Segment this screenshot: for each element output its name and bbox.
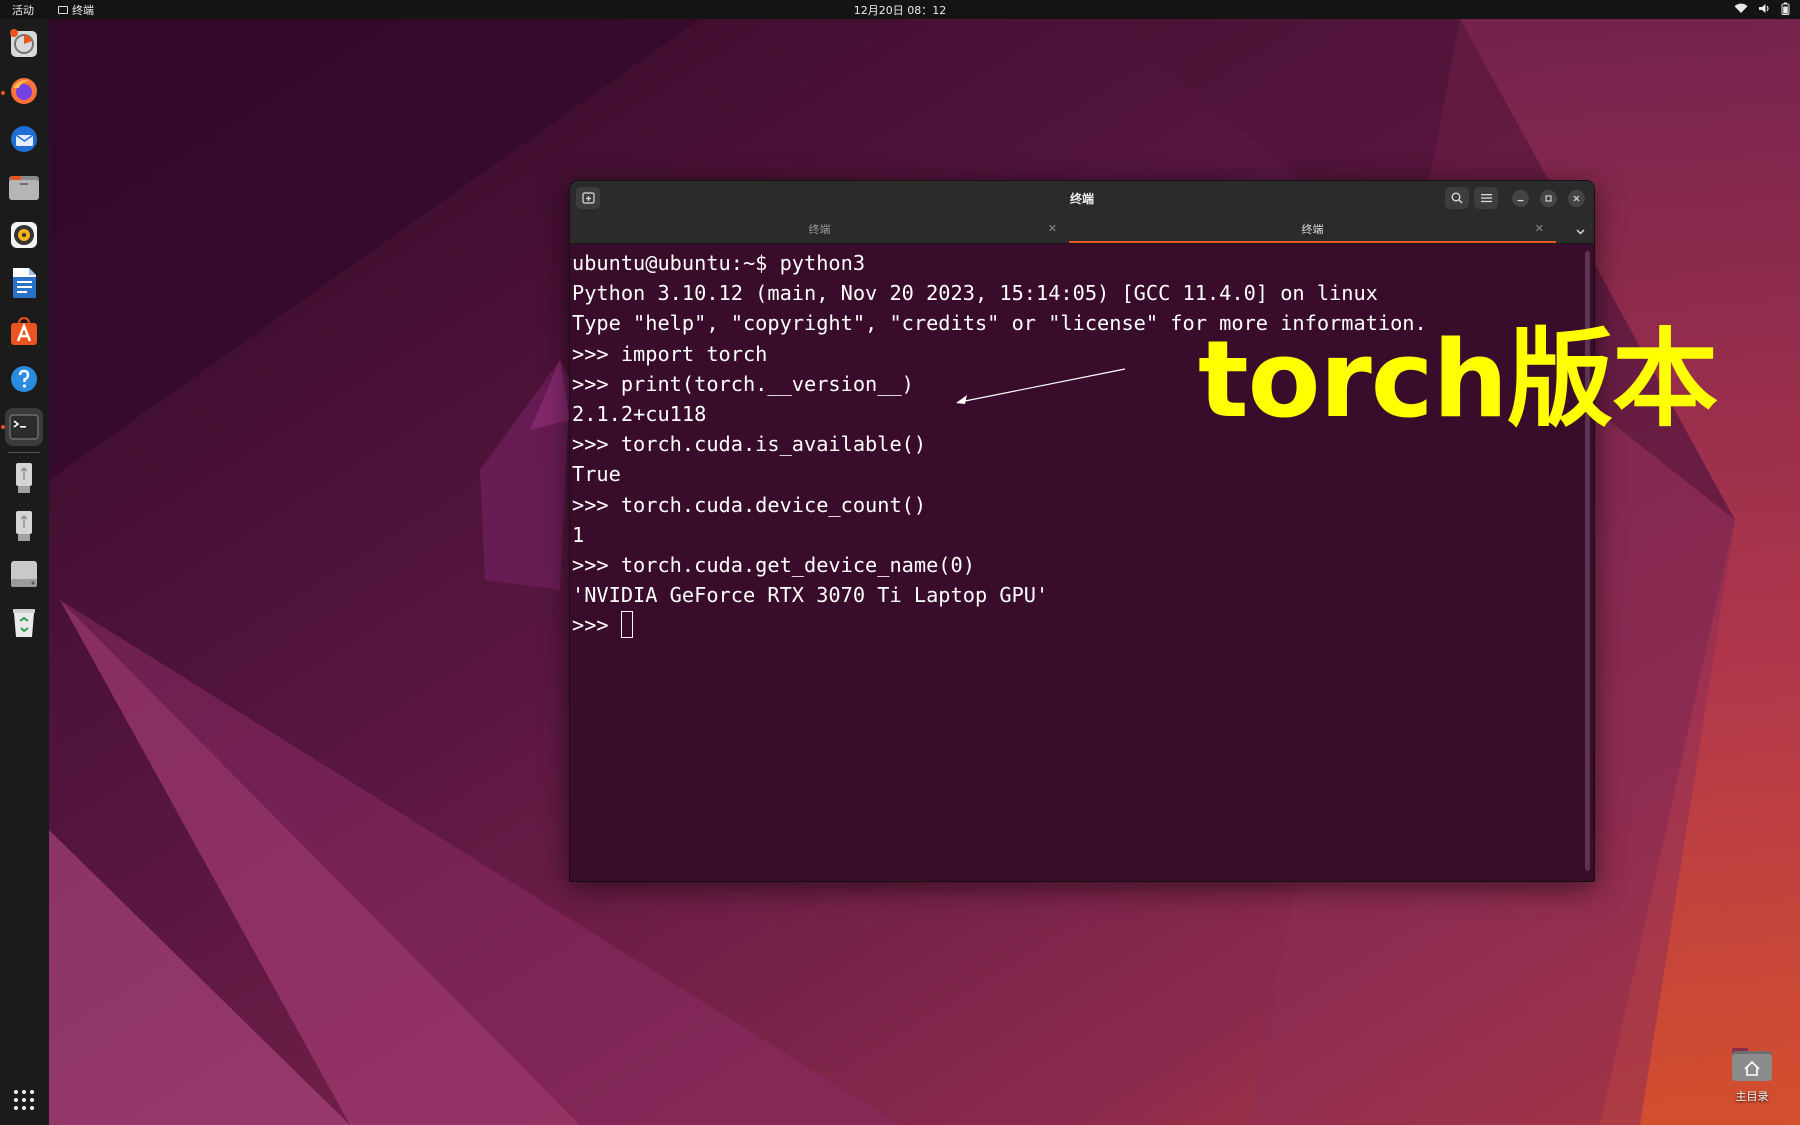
active-tab-indicator: [1069, 241, 1556, 243]
wifi-icon: [1734, 3, 1748, 13]
thunderbird-icon: [11, 126, 37, 152]
search-icon: [1451, 192, 1463, 204]
dock-writer[interactable]: [5, 264, 43, 302]
dock-app-center[interactable]: [5, 312, 43, 350]
tab-bar: 终端 ✕ 终端 ✕: [570, 215, 1594, 244]
dock-usb-drive-2[interactable]: [5, 507, 43, 545]
ssd-drive-icon: [11, 561, 37, 587]
chevron-down-icon: [1576, 229, 1585, 235]
text-cursor: [620, 611, 633, 639]
terminal-headerbar[interactable]: 终端: [570, 181, 1594, 215]
dock-firefox[interactable]: [5, 72, 43, 110]
terminal-icon: [9, 414, 39, 440]
maximize-icon: [1545, 195, 1552, 202]
battery-icon: [1781, 2, 1790, 15]
dock-terminal[interactable]: [5, 408, 43, 446]
close-icon: [1573, 195, 1580, 202]
window-title: 终端: [1069, 192, 1094, 206]
usb-drive-icon: [16, 511, 32, 541]
terminal-line: Python 3.10.12 (main, Nov 20 2023, 15:14…: [572, 281, 1378, 306]
terminal-line: True: [572, 462, 621, 487]
terminal-line: 1: [572, 522, 585, 547]
minimize-button[interactable]: [1512, 190, 1529, 207]
show-apps-grid-icon: [14, 1090, 34, 1110]
desktop-home-folder[interactable]: 主目录: [1724, 1046, 1780, 1104]
volume-icon: [1759, 4, 1769, 13]
terminal-line: ubuntu@ubuntu:~$ python3: [572, 251, 866, 275]
app-center-icon: [11, 316, 37, 345]
help-icon: [11, 366, 37, 392]
dock: [0, 19, 49, 1125]
system-status-area[interactable]: [1734, 2, 1790, 15]
dock-rhythmbox[interactable]: [5, 216, 43, 254]
dock-help[interactable]: [5, 360, 43, 398]
trash-icon: [13, 609, 35, 637]
terminal-app-icon: [58, 6, 68, 14]
disk-usage-analyzer-icon: [10, 29, 37, 57]
search-button[interactable]: [1445, 187, 1469, 209]
terminal-line: >>> torch.cuda.get_device_name(0): [572, 552, 975, 577]
top-bar: 活动 终端 12月20日 08：12: [0, 0, 1800, 19]
dock-files[interactable]: [5, 168, 43, 206]
clock[interactable]: 12月20日 08：12: [854, 4, 947, 17]
dock-ssd-drive[interactable]: [5, 555, 43, 593]
annotation-label: torch版本: [1198, 318, 1718, 441]
usb-drive-icon: [16, 463, 32, 493]
libreoffice-writer-icon: [13, 268, 36, 298]
app-menu[interactable]: 终端: [58, 2, 94, 18]
tab-label: 终端: [1301, 223, 1324, 236]
terminal-line: >>> torch.cuda.device_count(): [572, 492, 927, 517]
tab-label: 终端: [808, 223, 831, 236]
terminal-window[interactable]: 终端 终端 ✕ 终端 ✕ ubuntu@ubuntu:~$ python3 Py…: [569, 180, 1595, 882]
annotation-arrow: [956, 368, 1126, 404]
home-folder-label: 主目录: [1735, 1090, 1769, 1103]
rhythmbox-icon: [11, 222, 37, 248]
tab-close-icon[interactable]: ✕: [1048, 222, 1057, 235]
dock-disk-usage[interactable]: [5, 24, 43, 62]
home-folder-icon: [1732, 1048, 1772, 1081]
main-menu-button[interactable]: [1474, 187, 1498, 209]
close-button[interactable]: [1568, 190, 1585, 207]
app-menu-label: 终端: [72, 4, 94, 17]
terminal-prompt-line: >>>: [572, 610, 1578, 640]
maximize-button[interactable]: [1540, 190, 1557, 207]
terminal-line: 'NVIDIA GeForce RTX 3070 Ti Laptop GPU': [572, 583, 1049, 608]
dock-usb-drive-1[interactable]: [5, 459, 43, 497]
firefox-icon: [11, 78, 37, 104]
dock-show-apps[interactable]: [5, 1081, 43, 1119]
activities-button[interactable]: 活动: [12, 2, 34, 18]
files-icon: [9, 176, 39, 200]
tab-list-button[interactable]: [1575, 222, 1586, 241]
tab-terminal-1[interactable]: 终端 ✕: [570, 215, 1069, 243]
tab-close-icon[interactable]: ✕: [1535, 222, 1544, 235]
dock-thunderbird[interactable]: [5, 120, 43, 158]
tab-terminal-2[interactable]: 终端 ✕: [1069, 215, 1556, 243]
hamburger-menu-icon: [1480, 194, 1492, 203]
minimize-icon: [1517, 200, 1524, 202]
terminal-prompt: >>>: [572, 613, 621, 638]
dock-trash[interactable]: [5, 603, 43, 641]
